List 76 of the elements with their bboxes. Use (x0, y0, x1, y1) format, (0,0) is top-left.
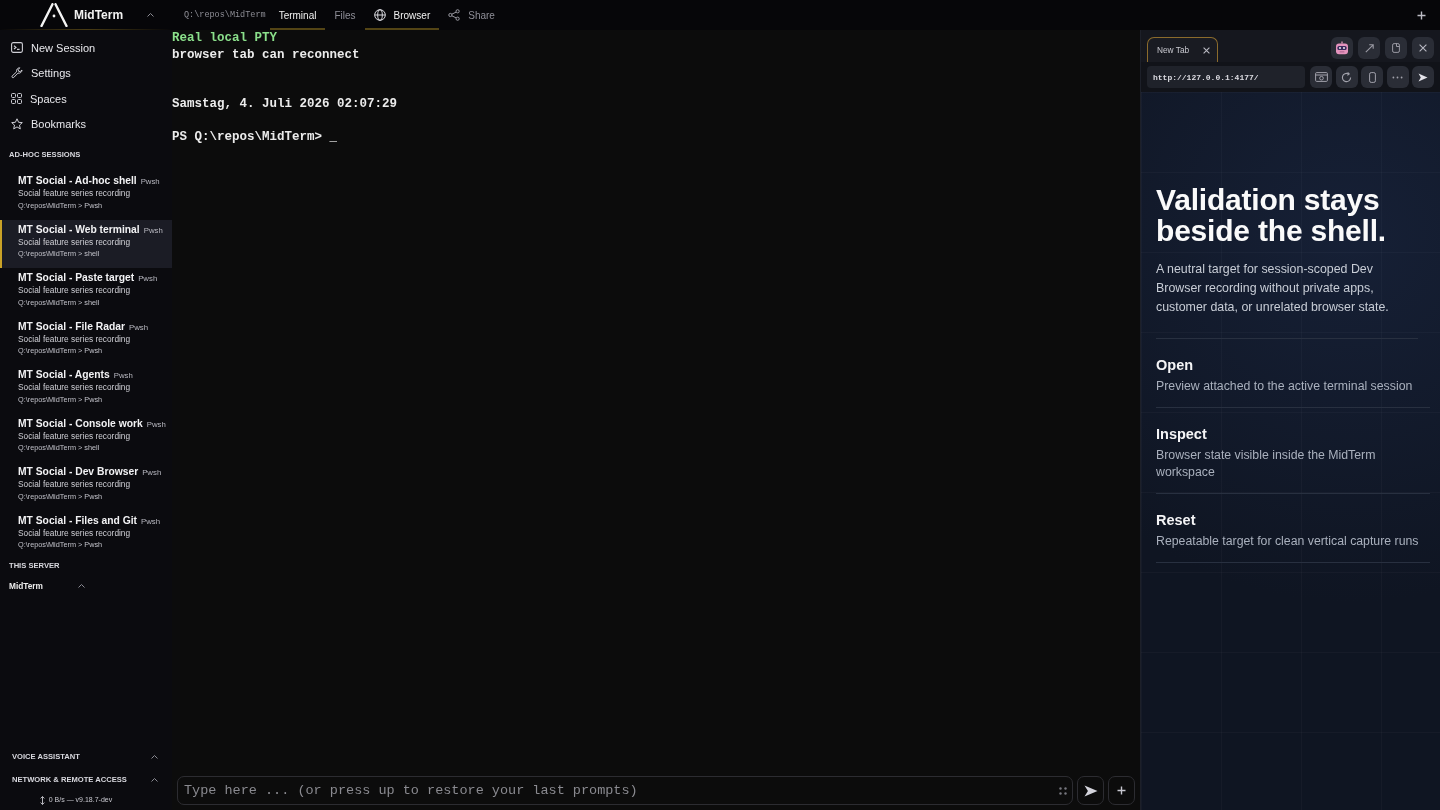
session-title: MT Social - Agents (18, 368, 110, 382)
terminal-icon (11, 42, 23, 54)
document-icon (1392, 43, 1400, 53)
caret-up-icon (151, 754, 158, 759)
sidebar-menu-item[interactable]: Spaces (0, 86, 172, 112)
send-icon (1083, 784, 1098, 797)
session-title: MT Social - Files and Git (18, 513, 137, 528)
robot-icon (1335, 41, 1349, 55)
expand-button[interactable] (1358, 37, 1380, 59)
capture-button[interactable] (1310, 66, 1333, 88)
view-tab[interactable]: Share (439, 0, 504, 30)
session-title: MT Social - Console work (18, 416, 143, 431)
page-intro: A neutral target for session-scoped Dev Browser recording without private apps, customer data, or unrelated browser state. (1156, 260, 1418, 339)
terminal-line: PS Q:\repos\MidTerm> _ (172, 129, 338, 146)
terminal-line: browser tab can reconnect (172, 46, 360, 63)
close-icon (1419, 44, 1427, 52)
session-title: MT Social - File Radar (18, 319, 125, 334)
session-title: MT Social - Ad-hoc shell (18, 174, 137, 188)
plus-icon (1117, 786, 1126, 795)
terminal-line: Real local PTY (172, 30, 278, 47)
send-icon (1418, 72, 1428, 82)
terminal-line: Samstag, 4. Juli 2026 02:07:29 (172, 96, 398, 113)
diagonal-arrow-icon (1364, 43, 1374, 53)
feature-description: Preview attached to the active terminal session (1156, 378, 1414, 395)
wrench-icon (11, 67, 23, 80)
session-description: Social feature series recording (18, 285, 132, 297)
prompt-input[interactable]: Type here ... (or press up to restore your last prompts) (177, 776, 1073, 805)
more-icon (1392, 75, 1404, 79)
feature-title: Inspect (1156, 425, 1208, 443)
up-down-arrow-icon (39, 796, 45, 805)
globe-icon (373, 9, 386, 21)
plus-icon (1417, 10, 1426, 20)
session-title: MT Social - Dev Browser (18, 465, 139, 479)
caret-up-icon (147, 13, 154, 17)
camera-icon (1314, 72, 1328, 82)
session-description: Social feature series recording (18, 236, 132, 248)
url-field[interactable]: http://127.0.0.1:4177/ (1147, 66, 1305, 88)
close-button[interactable] (1412, 37, 1434, 59)
view-tab[interactable]: Files (325, 0, 365, 30)
collapse-button[interactable] (145, 11, 156, 19)
server-name: MidTerm (9, 579, 44, 593)
reload-icon (1341, 71, 1353, 83)
sidebar-menu-item[interactable]: New Session (0, 35, 172, 61)
session-description: Social feature series recording (18, 479, 132, 491)
share-icon (448, 9, 461, 21)
feature-title: Reset (1156, 511, 1197, 529)
phone-icon (1368, 71, 1376, 83)
send-button[interactable] (1077, 776, 1104, 805)
session-description: Social feature series recording (18, 430, 132, 442)
session-description: Social feature series recording (18, 333, 132, 345)
detach-button[interactable] (1385, 37, 1407, 59)
reload-button[interactable] (1335, 66, 1358, 88)
session-title: MT Social - Web terminal (18, 222, 140, 237)
page-tab[interactable]: New Tab (1147, 37, 1218, 62)
session-description: Social feature series recording (18, 188, 132, 200)
path-label: Q:\repos\MidTerm (184, 8, 266, 22)
mobile-view-button[interactable] (1361, 66, 1384, 88)
close-icon[interactable] (1203, 46, 1210, 54)
page-heading: Validation stays beside the shell. (1156, 184, 1387, 246)
feature-description: Browser state visible inside the MidTerm workspace (1156, 447, 1377, 481)
feature-description: Repeatable target for clean vertical capture runs (1156, 533, 1420, 550)
app-name: MidTerm (74, 7, 124, 24)
go-button[interactable] (1412, 66, 1434, 88)
star-icon (11, 118, 23, 131)
assistant-button[interactable] (1331, 37, 1353, 59)
logo-icon (40, 3, 68, 27)
sidebar-menu-item[interactable]: Bookmarks (0, 111, 172, 137)
grip-icon (1059, 786, 1067, 795)
session-title: MT Social - Paste target (18, 271, 135, 285)
feature-title: Open (1156, 356, 1195, 374)
session-description: Social feature series recording (18, 382, 132, 394)
grid-icon (11, 93, 22, 105)
sidebar-menu-item[interactable]: Settings (0, 60, 172, 86)
caret-up-icon[interactable] (78, 584, 85, 588)
caret-up-icon (151, 777, 158, 782)
session-description: Social feature series recording (18, 527, 132, 539)
